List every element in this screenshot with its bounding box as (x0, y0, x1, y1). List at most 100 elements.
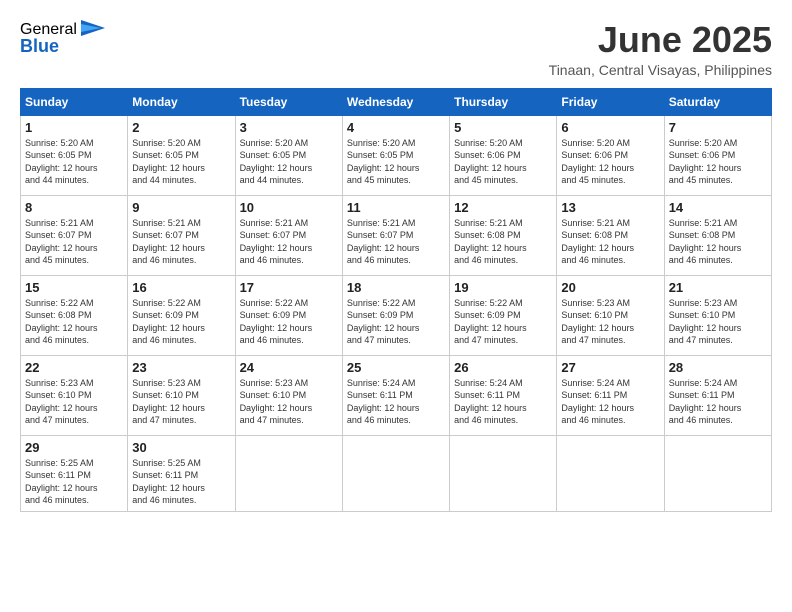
table-row: 26 Sunrise: 5:24 AM Sunset: 6:11 PM Dayli… (450, 355, 557, 435)
table-row: 10 Sunrise: 5:21 AM Sunset: 6:07 PM Dayli… (235, 195, 342, 275)
table-row: 20 Sunrise: 5:23 AM Sunset: 6:10 PM Dayli… (557, 275, 664, 355)
table-row: 18 Sunrise: 5:22 AM Sunset: 6:09 PM Dayli… (342, 275, 449, 355)
day-number: 17 (240, 280, 338, 295)
day-info: Sunrise: 5:22 AM Sunset: 6:09 PM Dayligh… (454, 297, 552, 347)
day-number: 18 (347, 280, 445, 295)
day-info: Sunrise: 5:23 AM Sunset: 6:10 PM Dayligh… (669, 297, 767, 347)
day-number: 14 (669, 200, 767, 215)
day-number: 19 (454, 280, 552, 295)
header-monday: Monday (128, 88, 235, 115)
table-row: 2 Sunrise: 5:20 AM Sunset: 6:05 PM Daylig… (128, 115, 235, 195)
day-number: 15 (25, 280, 123, 295)
table-row: 14 Sunrise: 5:21 AM Sunset: 6:08 PM Dayli… (664, 195, 771, 275)
day-number: 26 (454, 360, 552, 375)
day-number: 10 (240, 200, 338, 215)
logo: General Blue (20, 20, 105, 57)
table-row: 21 Sunrise: 5:23 AM Sunset: 6:10 PM Dayli… (664, 275, 771, 355)
calendar-week-row: 8 Sunrise: 5:21 AM Sunset: 6:07 PM Daylig… (21, 195, 772, 275)
day-info: Sunrise: 5:24 AM Sunset: 6:11 PM Dayligh… (669, 377, 767, 427)
day-info: Sunrise: 5:20 AM Sunset: 6:05 PM Dayligh… (240, 137, 338, 187)
title-block: June 2025 Tinaan, Central Visayas, Phili… (549, 20, 772, 78)
table-row: 29Sunrise: 5:25 AM Sunset: 6:11 PM Dayli… (21, 435, 128, 511)
calendar-week-row: 29Sunrise: 5:25 AM Sunset: 6:11 PM Dayli… (21, 435, 772, 511)
calendar-week-row: 15 Sunrise: 5:22 AM Sunset: 6:08 PM Dayli… (21, 275, 772, 355)
table-row (342, 435, 449, 511)
table-row (450, 435, 557, 511)
header-wednesday: Wednesday (342, 88, 449, 115)
day-info: Sunrise: 5:22 AM Sunset: 6:09 PM Dayligh… (240, 297, 338, 347)
table-row: 12 Sunrise: 5:21 AM Sunset: 6:08 PM Dayli… (450, 195, 557, 275)
day-info: Sunrise: 5:24 AM Sunset: 6:11 PM Dayligh… (347, 377, 445, 427)
day-info: Sunrise: 5:24 AM Sunset: 6:11 PM Dayligh… (561, 377, 659, 427)
day-info: Sunrise: 5:20 AM Sunset: 6:06 PM Dayligh… (454, 137, 552, 187)
table-row: 9 Sunrise: 5:21 AM Sunset: 6:07 PM Daylig… (128, 195, 235, 275)
day-info: Sunrise: 5:21 AM Sunset: 6:07 PM Dayligh… (347, 217, 445, 267)
day-number: 6 (561, 120, 659, 135)
table-row (664, 435, 771, 511)
day-info: Sunrise: 5:21 AM Sunset: 6:07 PM Dayligh… (25, 217, 123, 267)
table-row: 24Sunrise: 5:23 AM Sunset: 6:10 PM Dayli… (235, 355, 342, 435)
header-thursday: Thursday (450, 88, 557, 115)
day-number: 27 (561, 360, 659, 375)
day-info: Sunrise: 5:21 AM Sunset: 6:07 PM Dayligh… (132, 217, 230, 267)
day-number: 12 (454, 200, 552, 215)
table-row: 27 Sunrise: 5:24 AM Sunset: 6:11 PM Dayli… (557, 355, 664, 435)
table-row: 23Sunrise: 5:23 AM Sunset: 6:10 PM Dayli… (128, 355, 235, 435)
day-info: Sunrise: 5:23 AM Sunset: 6:10 PM Dayligh… (132, 377, 230, 427)
day-number: 20 (561, 280, 659, 295)
day-number: 11 (347, 200, 445, 215)
day-info: Sunrise: 5:20 AM Sunset: 6:05 PM Dayligh… (25, 137, 123, 187)
header: General Blue June 2025 Tinaan, Central V… (20, 20, 772, 78)
day-info: Sunrise: 5:23 AM Sunset: 6:10 PM Dayligh… (561, 297, 659, 347)
day-info: Sunrise: 5:20 AM Sunset: 6:06 PM Dayligh… (669, 137, 767, 187)
day-info: Sunrise: 5:23 AM Sunset: 6:10 PM Dayligh… (240, 377, 338, 427)
day-number: 13 (561, 200, 659, 215)
day-number: 9 (132, 200, 230, 215)
day-number: 4 (347, 120, 445, 135)
header-tuesday: Tuesday (235, 88, 342, 115)
day-number: 22 (25, 360, 123, 375)
table-row: 15 Sunrise: 5:22 AM Sunset: 6:08 PM Dayli… (21, 275, 128, 355)
day-number: 2 (132, 120, 230, 135)
day-info: Sunrise: 5:21 AM Sunset: 6:07 PM Dayligh… (240, 217, 338, 267)
table-row: 19 Sunrise: 5:22 AM Sunset: 6:09 PM Dayli… (450, 275, 557, 355)
day-number: 3 (240, 120, 338, 135)
logo-blue: Blue (20, 36, 59, 57)
table-row: 16Sunrise: 5:22 AM Sunset: 6:09 PM Dayli… (128, 275, 235, 355)
calendar-header-row: Sunday Monday Tuesday Wednesday Thursday… (21, 88, 772, 115)
day-info: Sunrise: 5:21 AM Sunset: 6:08 PM Dayligh… (669, 217, 767, 267)
day-number: 28 (669, 360, 767, 375)
day-info: Sunrise: 5:21 AM Sunset: 6:08 PM Dayligh… (561, 217, 659, 267)
day-number: 8 (25, 200, 123, 215)
calendar-week-row: 1 Sunrise: 5:20 AM Sunset: 6:05 PM Daylig… (21, 115, 772, 195)
table-row: 11 Sunrise: 5:21 AM Sunset: 6:07 PM Dayli… (342, 195, 449, 275)
day-number: 21 (669, 280, 767, 295)
header-sunday: Sunday (21, 88, 128, 115)
table-row (557, 435, 664, 511)
day-info: Sunrise: 5:21 AM Sunset: 6:08 PM Dayligh… (454, 217, 552, 267)
month-title: June 2025 (549, 20, 772, 60)
day-info: Sunrise: 5:25 AM Sunset: 6:11 PM Dayligh… (132, 457, 230, 507)
day-info: Sunrise: 5:22 AM Sunset: 6:09 PM Dayligh… (132, 297, 230, 347)
day-info: Sunrise: 5:22 AM Sunset: 6:09 PM Dayligh… (347, 297, 445, 347)
day-number: 1 (25, 120, 123, 135)
day-info: Sunrise: 5:20 AM Sunset: 6:06 PM Dayligh… (561, 137, 659, 187)
day-number: 25 (347, 360, 445, 375)
table-row: 6 Sunrise: 5:20 AM Sunset: 6:06 PM Daylig… (557, 115, 664, 195)
table-row: 7 Sunrise: 5:20 AM Sunset: 6:06 PM Daylig… (664, 115, 771, 195)
day-info: Sunrise: 5:22 AM Sunset: 6:08 PM Dayligh… (25, 297, 123, 347)
table-row: 28 Sunrise: 5:24 AM Sunset: 6:11 PM Dayli… (664, 355, 771, 435)
day-number: 7 (669, 120, 767, 135)
location-title: Tinaan, Central Visayas, Philippines (549, 62, 772, 78)
day-info: Sunrise: 5:20 AM Sunset: 6:05 PM Dayligh… (347, 137, 445, 187)
day-info: Sunrise: 5:24 AM Sunset: 6:11 PM Dayligh… (454, 377, 552, 427)
table-row: 25 Sunrise: 5:24 AM Sunset: 6:11 PM Dayli… (342, 355, 449, 435)
table-row: 5 Sunrise: 5:20 AM Sunset: 6:06 PM Daylig… (450, 115, 557, 195)
day-info: Sunrise: 5:20 AM Sunset: 6:05 PM Dayligh… (132, 137, 230, 187)
table-row: 22 Sunrise: 5:23 AM Sunset: 6:10 PM Dayli… (21, 355, 128, 435)
day-number: 5 (454, 120, 552, 135)
header-saturday: Saturday (664, 88, 771, 115)
day-info: Sunrise: 5:23 AM Sunset: 6:10 PM Dayligh… (25, 377, 123, 427)
calendar-table: Sunday Monday Tuesday Wednesday Thursday… (20, 88, 772, 512)
page: General Blue June 2025 Tinaan, Central V… (0, 0, 792, 612)
